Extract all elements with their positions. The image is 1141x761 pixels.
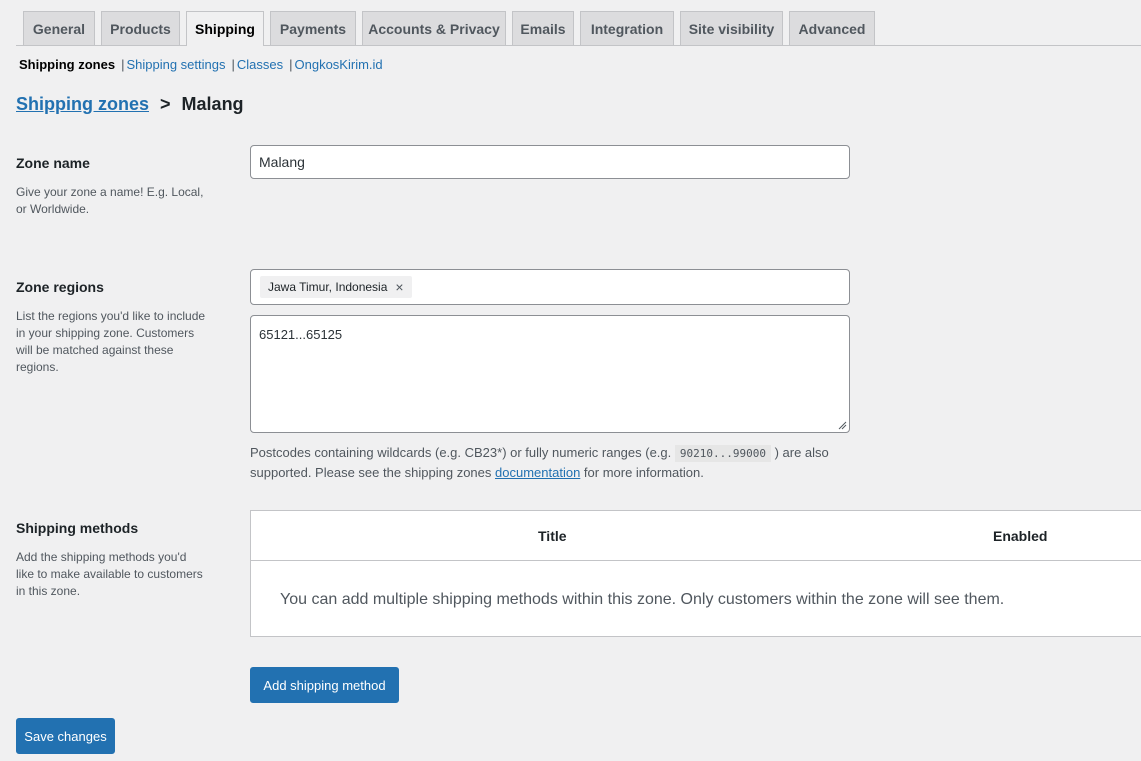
add-shipping-method-button[interactable]: Add shipping method	[250, 667, 399, 703]
documentation-link[interactable]: documentation	[495, 465, 580, 480]
subnav-shipping-settings[interactable]: Shipping settings	[126, 57, 225, 72]
zone-name-input[interactable]: Malang	[250, 145, 850, 179]
remove-region-icon[interactable]: ×	[395, 279, 403, 295]
zone-name-description: Give your zone a name! E.g. Local, or Wo…	[16, 185, 204, 216]
column-title: Title	[538, 528, 567, 544]
zone-regions-select[interactable]: Jawa Timur, Indonesia ×	[250, 269, 850, 305]
help-text-after: for more information.	[580, 465, 704, 480]
resize-handle-icon[interactable]	[838, 421, 847, 430]
postcodes-help-text: Postcodes containing wildcards (e.g. CB2…	[250, 443, 850, 482]
save-changes-button[interactable]: Save changes	[16, 718, 115, 754]
tab-emails[interactable]: Emails	[512, 11, 574, 45]
empty-methods-message: You can add multiple shipping methods wi…	[280, 591, 1005, 608]
subnav-shipping-zones[interactable]: Shipping zones	[19, 57, 115, 72]
tab-integration[interactable]: Integration	[580, 11, 674, 45]
tab-site-visibility[interactable]: Site visibility	[680, 11, 783, 45]
column-enabled: Enabled	[993, 528, 1048, 544]
table-header: Title Enabled	[251, 511, 1141, 561]
subnav-separator: |	[121, 57, 125, 72]
shipping-methods-table: Title Enabled You can add multiple shipp…	[250, 510, 1141, 637]
help-text-before: Postcodes containing wildcards (e.g. CB2…	[250, 445, 675, 460]
subnav-classes[interactable]: Classes	[237, 57, 283, 72]
zone-regions-label: Zone regions	[16, 279, 104, 295]
tab-accounts-privacy[interactable]: Accounts & Privacy	[362, 11, 506, 45]
subnav-separator: |	[289, 57, 293, 72]
region-chip-label: Jawa Timur, Indonesia	[268, 280, 388, 294]
region-chip: Jawa Timur, Indonesia ×	[260, 276, 412, 298]
help-code-example: 90210...99000	[674, 445, 771, 462]
shipping-methods-label: Shipping methods	[16, 520, 139, 536]
tab-products[interactable]: Products	[101, 11, 180, 45]
subnav-ongkoskirim[interactable]: OngkosKirim.id	[295, 57, 383, 72]
breadcrumb: Shipping zones > Malang	[16, 94, 244, 115]
tab-general[interactable]: General	[23, 11, 95, 45]
zone-name-label: Zone name	[16, 155, 90, 171]
tab-payments[interactable]: Payments	[270, 11, 356, 45]
tab-shipping[interactable]: Shipping	[186, 11, 264, 46]
subnav-separator: |	[231, 57, 235, 72]
zone-regions-description: List the regions you'd like to include i…	[16, 309, 206, 374]
settings-tabs: General Products Shipping Payments Accou…	[0, 0, 1141, 46]
breadcrumb-shipping-zones-link[interactable]: Shipping zones	[16, 94, 149, 114]
postcodes-textarea[interactable]: 65121...65125	[250, 315, 850, 433]
shipping-methods-description: Add the shipping methods you'd like to m…	[16, 550, 203, 598]
breadcrumb-separator: >	[160, 94, 171, 114]
postcodes-value: 65121...65125	[259, 327, 343, 342]
tabs-divider	[16, 45, 1141, 46]
zone-name-value: Malang	[259, 154, 305, 170]
shipping-subnav: Shipping zones | Shipping settings | Cla…	[19, 57, 383, 72]
breadcrumb-current: Malang	[181, 94, 244, 114]
tab-advanced[interactable]: Advanced	[789, 11, 875, 45]
